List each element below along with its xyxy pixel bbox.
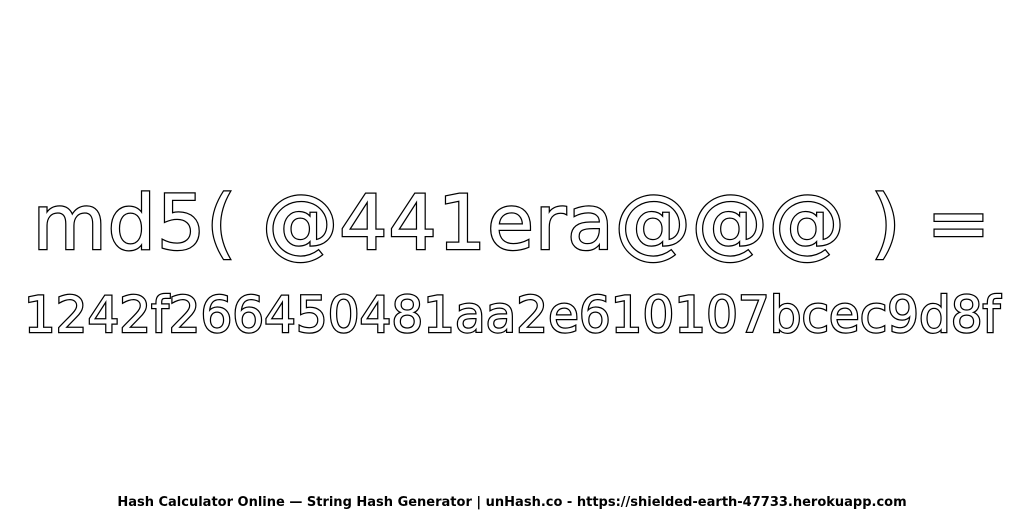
hash-result: 1242f266450481aa2e610107bcec9d8f [23, 286, 1002, 344]
hash-expression: md5( @441era@@@ ) = [31, 178, 992, 267]
hash-image-canvas: md5( @441era@@@ ) = 1242f266450481aa2e61… [0, 0, 1024, 512]
footer-credit: Hash Calculator Online — String Hash Gen… [117, 495, 907, 510]
